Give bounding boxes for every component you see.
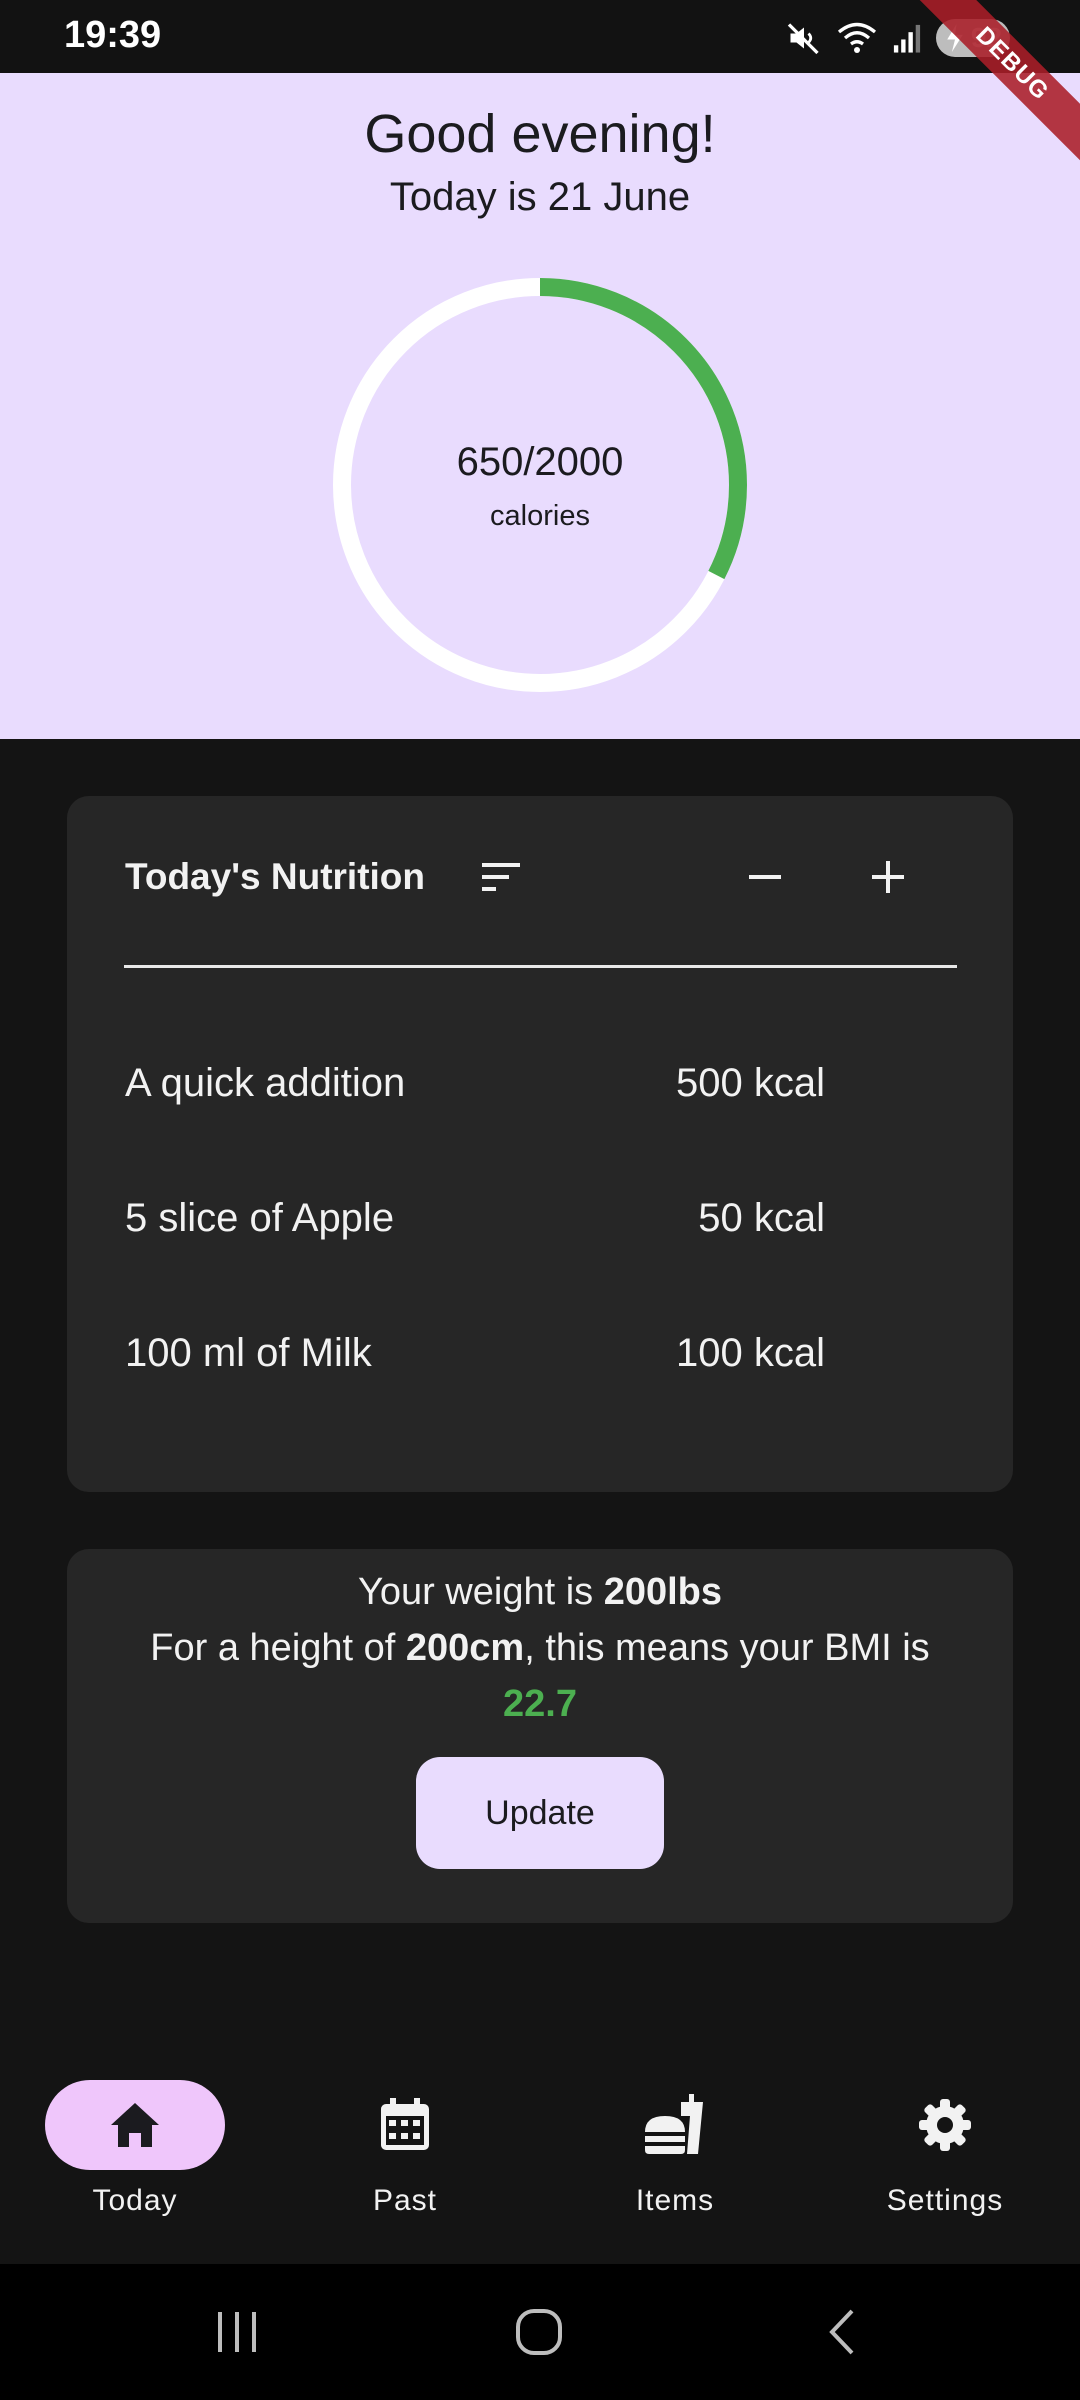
food-kcal: 500 kcal [676,1061,825,1105]
date-line: Today is 21 June [389,175,691,219]
update-button[interactable]: Update [416,1757,664,1869]
fastfood-icon [645,2094,703,2154]
food-row[interactable]: A quick addition 500 kcal [125,1061,825,1121]
home-circle-icon [516,2309,562,2355]
status-time: 19:39 [64,14,162,56]
nav-indicator [315,2080,495,2170]
food-kcal: 50 kcal [698,1196,825,1240]
sort-icon [482,863,520,891]
sort-button[interactable] [467,842,537,912]
system-nav-bar [0,2264,1080,2400]
bmi-value: 22.7 [503,1683,577,1725]
height-suffix: , this means your BMI is [524,1627,930,1669]
back-button[interactable] [797,2292,887,2372]
nav-item-past[interactable]: Past [270,2080,540,2230]
calendar-icon [381,2098,429,2150]
bmi-card: Your weight is 200lbs For a height of 20… [67,1549,1013,1923]
nav-indicator [585,2080,765,2170]
weight-value: 200lbs [603,1571,723,1613]
nav-item-items[interactable]: Items [540,2080,810,2230]
weight-line: Your weight is 200lbs [67,1571,1013,1614]
recent-apps-icon [218,2312,256,2352]
plus-icon [872,861,904,893]
calorie-ring: 650/2000 calories [333,278,747,692]
bottom-nav: Today Past Items Settings [0,2038,1080,2264]
status-bar: 19:39 92 [0,0,1080,73]
header: Good evening! Today is 21 June 650/2000 … [0,73,1080,739]
food-name: 5 slice of Apple [125,1196,395,1240]
status-icons: 92 [786,18,1010,58]
minus-icon [749,875,781,879]
nav-item-today[interactable]: Today [0,2080,270,2230]
food-kcal: 100 kcal [676,1331,825,1375]
back-chevron-icon [829,2309,854,2355]
home-icon [111,2103,159,2147]
nutrition-divider [124,965,957,968]
nav-item-settings[interactable]: Settings [810,2080,1080,2230]
remove-button[interactable] [730,842,800,912]
nav-label-today: Today [92,2184,178,2217]
nav-indicator [45,2080,225,2170]
nav-indicator [855,2080,1035,2170]
recent-apps-button[interactable] [192,2292,282,2372]
battery-level: 92 [970,22,1002,53]
calorie-unit: calories [490,500,590,532]
nav-label-past: Past [372,2184,438,2217]
nutrition-title: Today's Nutrition [125,856,425,897]
nav-label-settings: Settings [886,2184,1004,2217]
nutrition-card: Today's Nutrition A quick addition 500 k… [67,796,1013,1492]
gear-icon [919,2099,971,2151]
add-button[interactable] [853,842,923,912]
food-row[interactable]: 5 slice of Apple 50 kcal [125,1196,825,1256]
mute-icon [786,20,822,56]
nav-label-items: Items [635,2184,715,2217]
greeting: Good evening! [364,104,716,164]
height-value: 200cm [405,1627,525,1669]
weight-prefix: Your weight is [357,1571,604,1613]
calorie-count: 650/2000 [456,440,624,484]
battery-icon: 92 [936,19,1010,57]
height-line: For a height of 200cm, this means your B… [67,1627,1013,1670]
height-prefix: For a height of [150,1627,406,1669]
signal-icon [892,22,922,54]
food-name: A quick addition [125,1061,406,1105]
food-name: 100 ml of Milk [125,1331,372,1375]
home-button[interactable] [494,2292,584,2372]
food-row[interactable]: 100 ml of Milk 100 kcal [125,1331,825,1391]
wifi-icon [836,20,878,56]
